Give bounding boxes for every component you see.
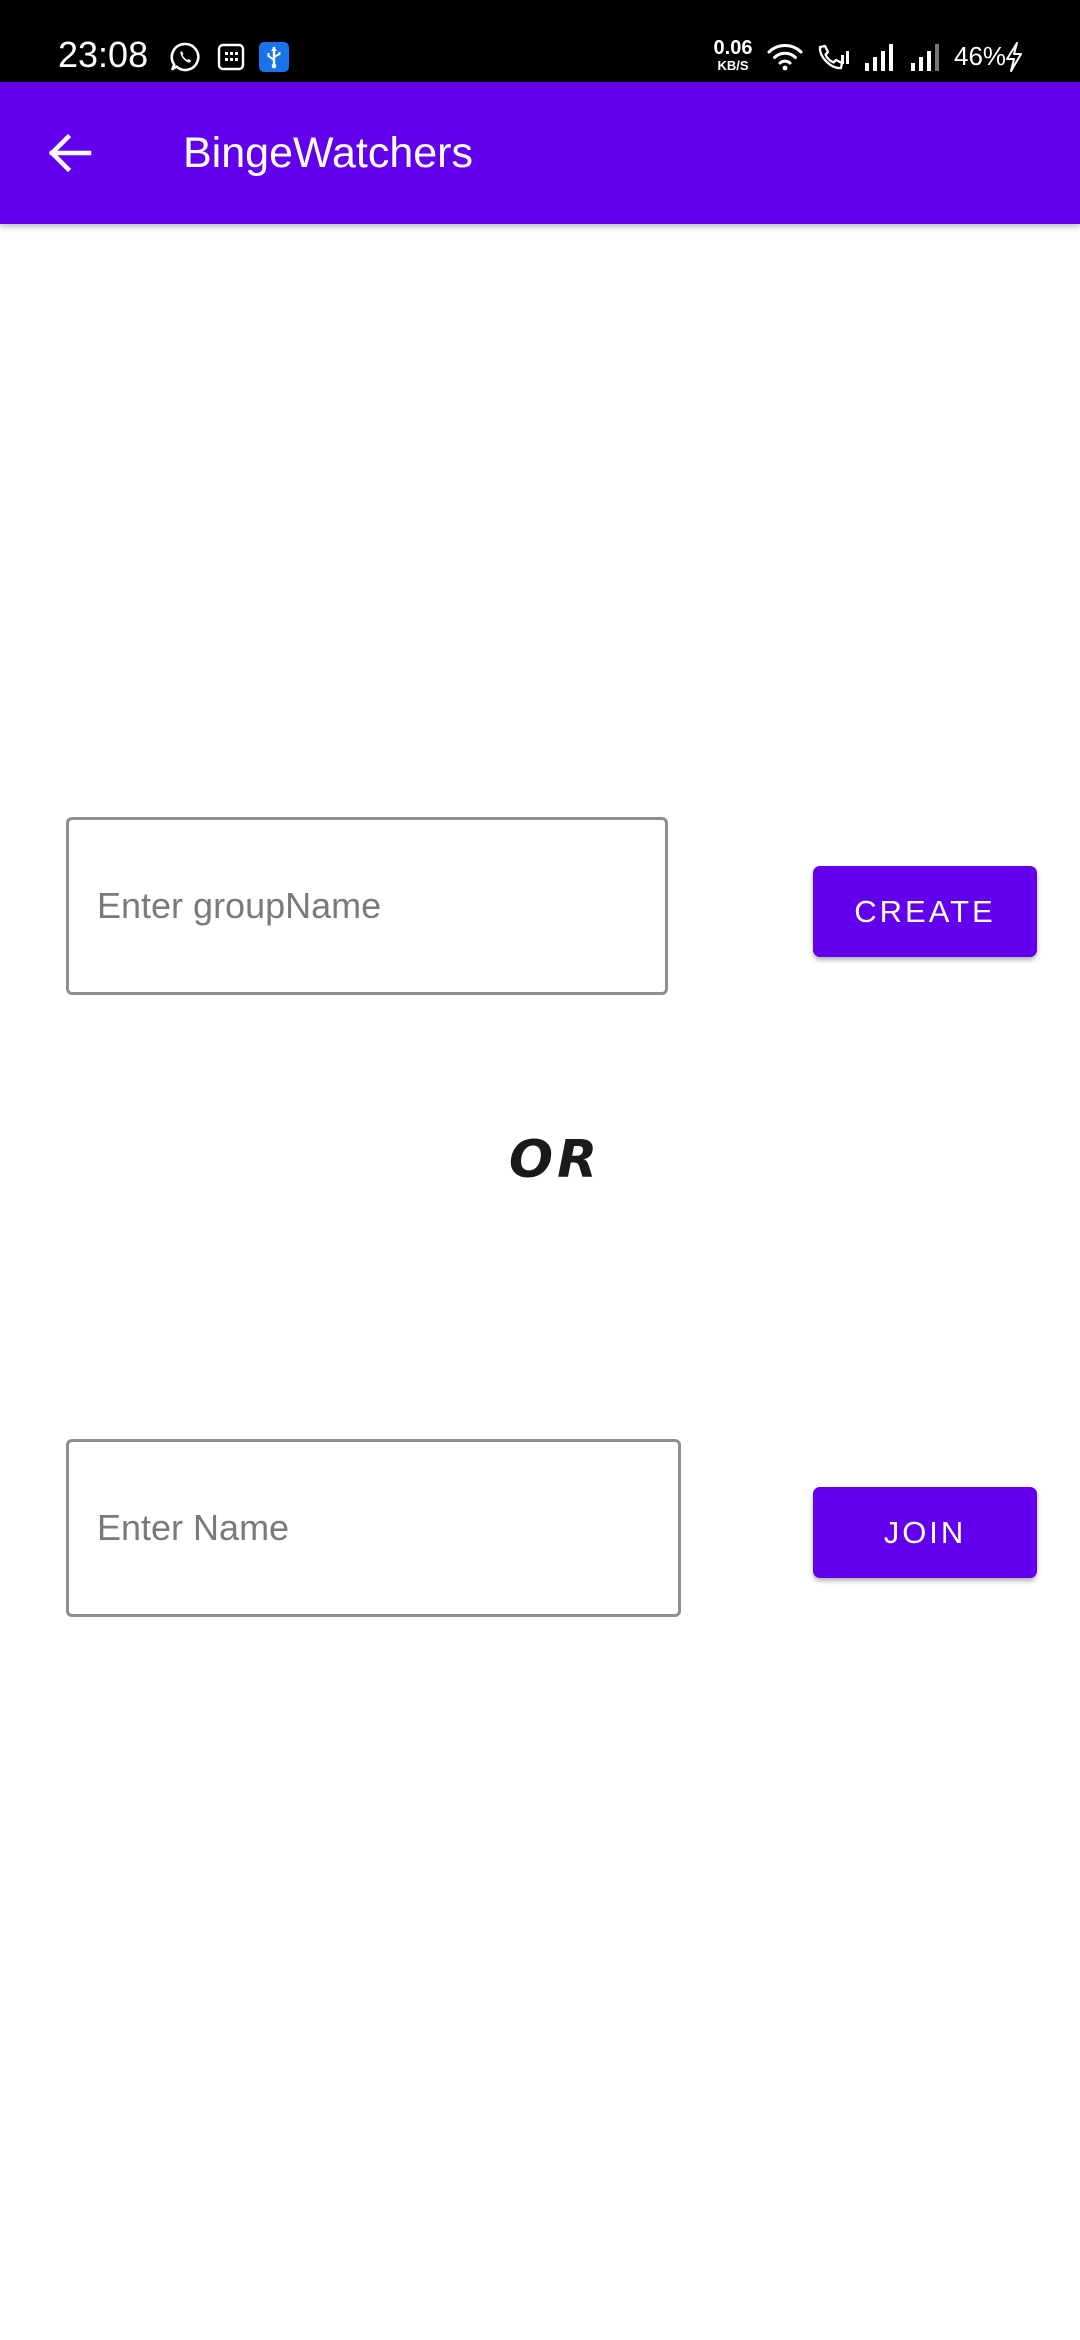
or-divider-label: OR bbox=[508, 1130, 602, 1190]
status-time: 23:08 bbox=[58, 34, 149, 75]
signal-sim1-icon bbox=[862, 40, 898, 74]
calendar-app-icon bbox=[216, 40, 246, 74]
join-button[interactable]: JOIN bbox=[813, 1487, 1037, 1578]
network-speed: 0.06 KB/S bbox=[708, 38, 758, 72]
wifi-calling-icon bbox=[814, 40, 852, 74]
signal-sim2-icon bbox=[908, 40, 944, 74]
whatsapp-icon bbox=[168, 40, 202, 74]
name-input[interactable] bbox=[66, 1439, 681, 1617]
app-bar: BingeWatchers bbox=[0, 82, 1080, 224]
wifi-icon bbox=[766, 40, 804, 74]
app-title: BingeWatchers bbox=[183, 129, 473, 177]
arrow-back-icon bbox=[48, 133, 92, 173]
back-button[interactable] bbox=[36, 119, 104, 187]
charging-bolt-icon bbox=[1004, 40, 1024, 74]
group-name-input[interactable] bbox=[66, 817, 668, 995]
network-speed-unit: KB/S bbox=[717, 58, 749, 73]
usb-icon bbox=[258, 40, 290, 74]
status-bar: 23:08 0.06 KB/S 46% bbox=[0, 0, 1080, 82]
create-button[interactable]: CREATE bbox=[813, 866, 1037, 957]
network-speed-value: 0.06 bbox=[713, 37, 753, 59]
battery-percentage: 46% bbox=[954, 41, 1007, 71]
